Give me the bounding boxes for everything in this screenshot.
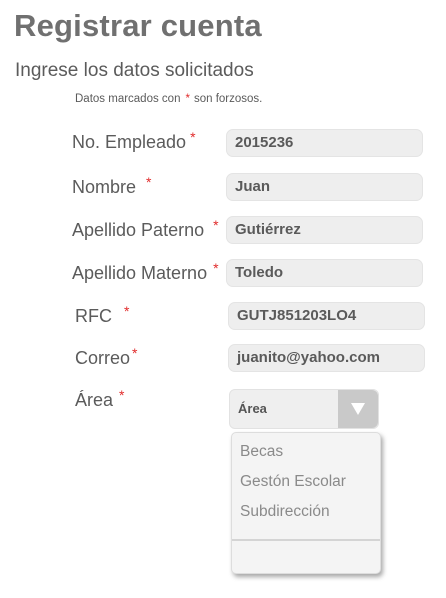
name-label-text: Nombre <box>72 177 137 197</box>
area-label-text: Área <box>75 390 114 410</box>
paternal-surname-label: Apellido Paterno * <box>72 217 219 241</box>
required-asterisk: * <box>146 174 152 190</box>
rfc-field[interactable]: GUTJ851203LO4 <box>228 302 425 330</box>
paternal-surname-field[interactable]: Gutiérrez <box>226 216 423 244</box>
area-option-gestion-escolar[interactable]: Gestón Escolar <box>240 473 346 491</box>
required-asterisk: * <box>213 217 219 233</box>
triangle-down-icon <box>351 403 365 415</box>
required-asterisk: * <box>132 345 138 361</box>
rfc-label-text: RFC <box>75 306 112 326</box>
maternal-surname-field[interactable]: Toledo <box>226 259 423 287</box>
email-label-text: Correo <box>75 348 131 368</box>
required-note-suffix: son forzosos. <box>193 93 263 105</box>
area-select-toggle[interactable] <box>338 390 378 428</box>
name-field[interactable]: Juan <box>226 173 423 201</box>
required-note-prefix: Datos marcados con <box>75 93 181 105</box>
email-label: Correo * <box>75 345 138 369</box>
dropdown-divider <box>232 539 380 541</box>
maternal-surname-label: Apellido Materno * <box>72 260 219 284</box>
required-asterisk: * <box>119 387 125 403</box>
maternal-surname-label-text: Apellido Materno <box>72 263 208 283</box>
area-option-becas[interactable]: Becas <box>240 443 283 461</box>
email-field[interactable]: juanito@yahoo.com <box>228 344 425 372</box>
rfc-label: RFC * <box>75 303 130 327</box>
area-label: Área * <box>75 387 125 411</box>
name-label: Nombre * <box>72 174 152 198</box>
required-asterisk: * <box>190 129 196 145</box>
employee-number-label-text: No. Empleado <box>72 132 187 152</box>
required-note: Datos marcados con * son forzosos. <box>75 93 262 105</box>
page-title: Registrar cuenta <box>14 8 262 43</box>
area-select-value: Área <box>238 401 267 416</box>
required-asterisk: * <box>185 93 190 105</box>
paternal-surname-label-text: Apellido Paterno <box>72 220 205 240</box>
employee-number-field[interactable]: 2015236 <box>226 129 423 157</box>
page-subtitle: Ingrese los datos solicitados <box>15 60 254 81</box>
required-asterisk: * <box>124 303 130 319</box>
area-dropdown-menu: Becas Gestón Escolar Subdirección <box>231 432 381 574</box>
area-option-subdireccion[interactable]: Subdirección <box>240 503 330 521</box>
employee-number-label: No. Empleado * <box>72 129 196 153</box>
required-asterisk: * <box>213 260 219 276</box>
area-select[interactable]: Área <box>229 389 379 429</box>
